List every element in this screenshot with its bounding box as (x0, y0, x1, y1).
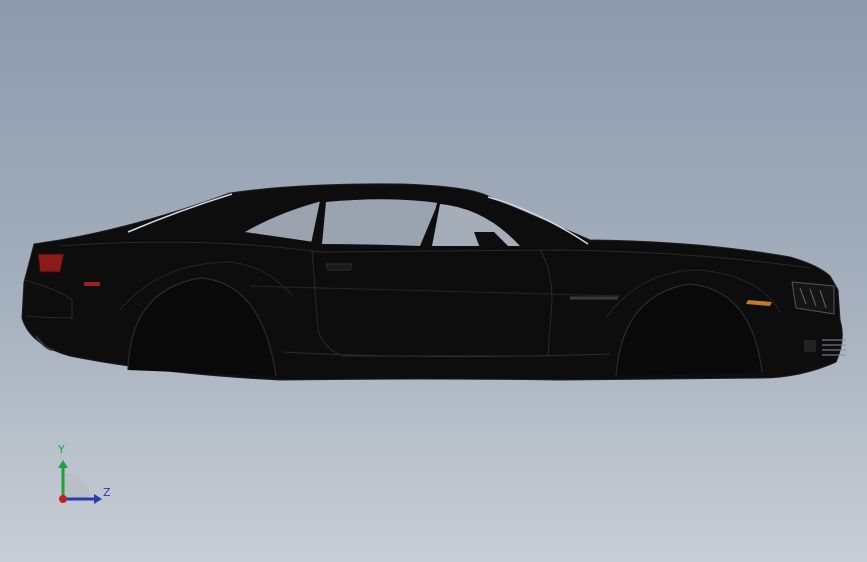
y-axis-label: Y (58, 443, 65, 456)
tail-light (37, 253, 65, 273)
door-handle (325, 263, 353, 271)
z-axis-head (94, 494, 102, 504)
z-axis-label: Z (103, 486, 111, 499)
triad-xy-plane (63, 472, 91, 499)
x-axis-dot (59, 495, 67, 503)
y-axis-head (58, 460, 68, 468)
fog-light (804, 340, 816, 352)
orientation-triad[interactable]: Y Z (44, 440, 124, 510)
side-window (322, 199, 438, 246)
triad-graphic (58, 460, 102, 504)
car-model[interactable] (0, 0, 867, 562)
rear-reflector (84, 282, 100, 286)
graphics-viewport[interactable]: Y Z (0, 0, 867, 562)
